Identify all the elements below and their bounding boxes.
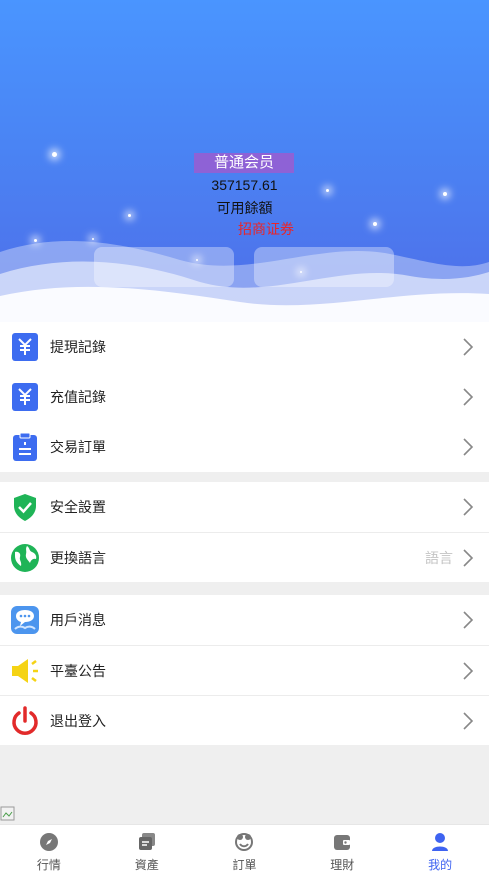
tab-label: 資產 [134,858,159,872]
tab-label: 理財 [330,858,355,872]
tab-market[interactable]: 行情 [0,825,98,876]
menu-item-user-messages[interactable]: 用戶消息 [0,595,489,645]
menu-item-change-language[interactable]: 更換語言 語言 [0,532,489,582]
menu-item-deposit-records[interactable]: 充值記錄 [0,372,489,422]
wave-decoration [0,240,489,322]
yen-deposit-icon [9,381,41,413]
chevron-right-icon [463,388,474,406]
chevron-right-icon [463,548,474,567]
tab-label: 我的 [428,858,453,872]
purse-icon [334,835,351,850]
sparkle-decoration [373,222,377,226]
tab-finance[interactable]: 理財 [293,825,391,876]
tab-mine[interactable]: 我的 [391,825,489,876]
menu-group-records: 提現記錄 充值記錄 交易訂單 [0,322,489,472]
globe-icon [9,542,41,574]
member-level-badge: 普通会员 [194,153,294,173]
tab-assets[interactable]: 資產 [98,825,196,876]
menu-item-label: 安全設置 [50,499,106,515]
deposit-card-button[interactable] [254,247,394,287]
user-icon [432,833,449,851]
sparkle-decoration [300,271,302,273]
chevron-right-icon [463,661,474,680]
wallet-cards-icon [138,833,155,850]
speaker-icon [9,655,41,687]
profile-header: 普通会员 357157.61 可用餘額 招商证券 [0,0,489,322]
menu-item-withdraw-records[interactable]: 提現記錄 [0,322,489,372]
tab-label: 行情 [36,858,61,872]
chevron-right-icon [463,338,474,356]
tab-orders[interactable]: 訂單 [196,825,294,876]
tab-label: 訂單 [232,858,257,872]
menu-item-security-settings[interactable]: 安全設置 [0,482,489,532]
menu-item-label: 用戶消息 [50,612,106,628]
menu-item-logout[interactable]: 退出登入 [0,695,489,745]
menu-group-settings: 安全設置 更換語言 語言 [0,482,489,582]
current-language-hint: 語言 [425,549,453,566]
menu-item-platform-announcements[interactable]: 平臺公告 [0,645,489,695]
yen-withdraw-icon [9,331,41,363]
menu-item-label: 平臺公告 [50,662,106,679]
power-icon [9,705,41,737]
chevron-right-icon [463,611,474,629]
order-icon [235,833,254,851]
menu-item-label: 交易訂單 [50,439,106,455]
broken-image-icon [0,806,15,821]
menu-item-label: 退出登入 [50,712,106,729]
shield-check-icon [9,491,41,523]
clipboard-icon [9,431,41,463]
chat-bubble-icon [9,604,41,636]
menu-group-account: 用戶消息 平臺公告 退出登入 [0,595,489,745]
menu-item-label: 充值記錄 [50,389,106,405]
bottom-tab-bar: 行情 資產 訂單 理財 我的 [0,824,489,876]
sparkle-decoration [52,152,57,157]
compass-icon [39,833,58,851]
menu-item-label: 更換語言 [50,549,106,566]
sparkle-decoration [196,259,198,261]
chevron-right-icon [463,711,474,730]
broker-name: 招商证券 [238,221,294,237]
chevron-right-icon [463,498,474,516]
chevron-right-icon [463,438,474,456]
menu-item-trade-orders[interactable]: 交易訂單 [0,422,489,472]
withdraw-card-button[interactable] [94,247,234,287]
balance-amount: 357157.61 [211,177,278,193]
balance-label: 可用餘額 [216,200,273,216]
menu-item-label: 提現記錄 [50,339,106,355]
